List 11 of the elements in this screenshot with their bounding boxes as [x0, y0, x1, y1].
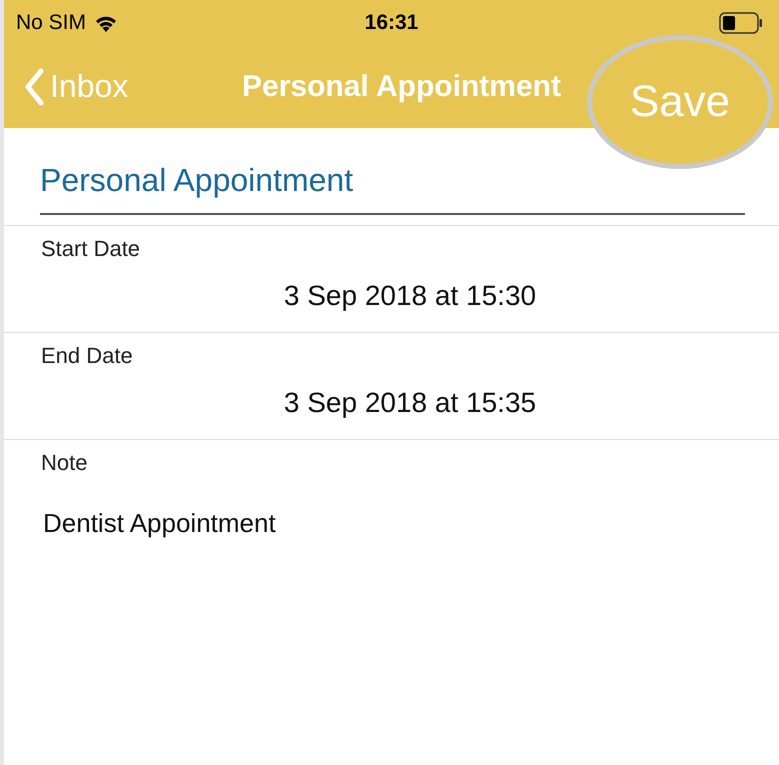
clock-time: 16:31	[364, 10, 418, 34]
field-label: End Date	[41, 343, 134, 369]
date-value[interactable]: 3 Sep 2018 at 15:35	[284, 387, 536, 419]
screen-title: Personal Appointment	[242, 70, 561, 104]
field-label: Start Date	[41, 236, 142, 262]
note-text[interactable]: Dentist Appointment	[43, 508, 779, 539]
field-label: Note	[41, 450, 88, 476]
battery-icon	[719, 12, 763, 34]
carrier-label: No SIM	[16, 10, 86, 34]
chevron-left-icon	[24, 68, 44, 106]
date-value[interactable]: 3 Sep 2018 at 15:30	[284, 280, 536, 312]
